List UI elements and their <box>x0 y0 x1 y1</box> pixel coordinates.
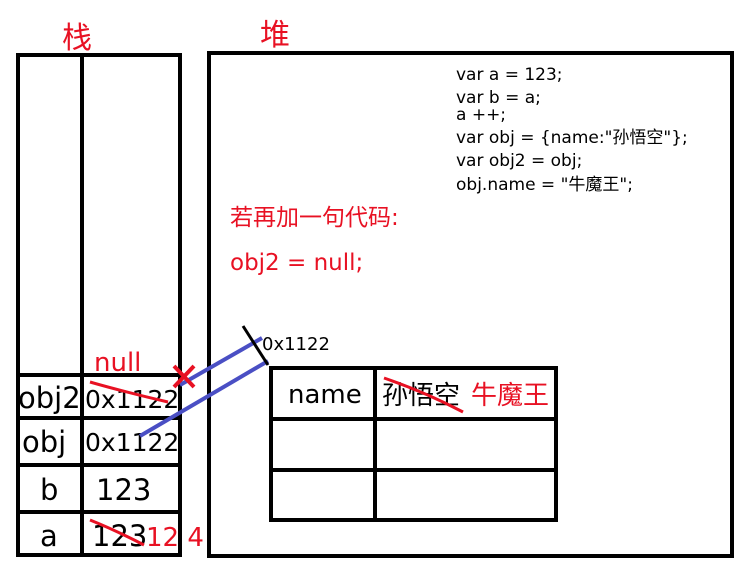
heap-old-value: 孙悟空 <box>382 381 460 411</box>
stack-row-obj: obj 0x1122 <box>22 425 179 459</box>
stack-name-obj: obj <box>22 425 66 459</box>
code-line-3: a ++; <box>456 105 506 125</box>
heap-object-table: name 孙悟空 牛魔王 <box>269 366 558 522</box>
stack-value-obj2: 0x1122 <box>85 385 179 414</box>
stack-name-a: a <box>40 519 58 553</box>
code-block: var a = 123; var b = a; a ++; var obj = … <box>456 65 688 195</box>
pointer-obj2-to-heap <box>179 336 263 387</box>
stack-title: 栈 <box>62 21 92 56</box>
note-line-2: obj2 = null; <box>230 250 363 276</box>
diagram-svg: 栈 堆 obj2 0x1122 null obj 0x1122 b 123 a … <box>16 18 734 558</box>
stack-row-b: b 123 <box>40 473 151 507</box>
heap-address-label: 0x1122 <box>262 334 330 355</box>
stack-new-value-a: 12 4 <box>146 523 204 553</box>
heap-title: 堆 <box>260 18 290 53</box>
code-line-5: var obj2 = obj; <box>456 151 582 171</box>
stack-row-a: a 123 12 4 <box>40 518 204 553</box>
stack-name-obj2: obj2 <box>18 381 81 415</box>
stack-row-obj2: obj2 0x1122 null <box>18 348 179 415</box>
code-line-4: var obj = {name:"孙悟空"}; <box>456 128 688 148</box>
code-line-6: obj.name = "牛魔王"; <box>456 175 633 195</box>
stack-name-b: b <box>40 473 58 507</box>
stack-value-obj: 0x1122 <box>85 428 179 457</box>
stack-value-b: 123 <box>96 473 151 507</box>
heap-key-name: name <box>288 380 362 410</box>
memory-diagram: 栈 堆 obj2 0x1122 null obj 0x1122 b 123 a … <box>0 0 747 569</box>
code-line-1: var a = 123; <box>456 65 563 85</box>
note-line-1: 若再加一句代码: <box>230 205 399 231</box>
heap-new-value: 牛魔王 <box>471 381 549 411</box>
stack-new-value-obj2: null <box>94 348 141 378</box>
